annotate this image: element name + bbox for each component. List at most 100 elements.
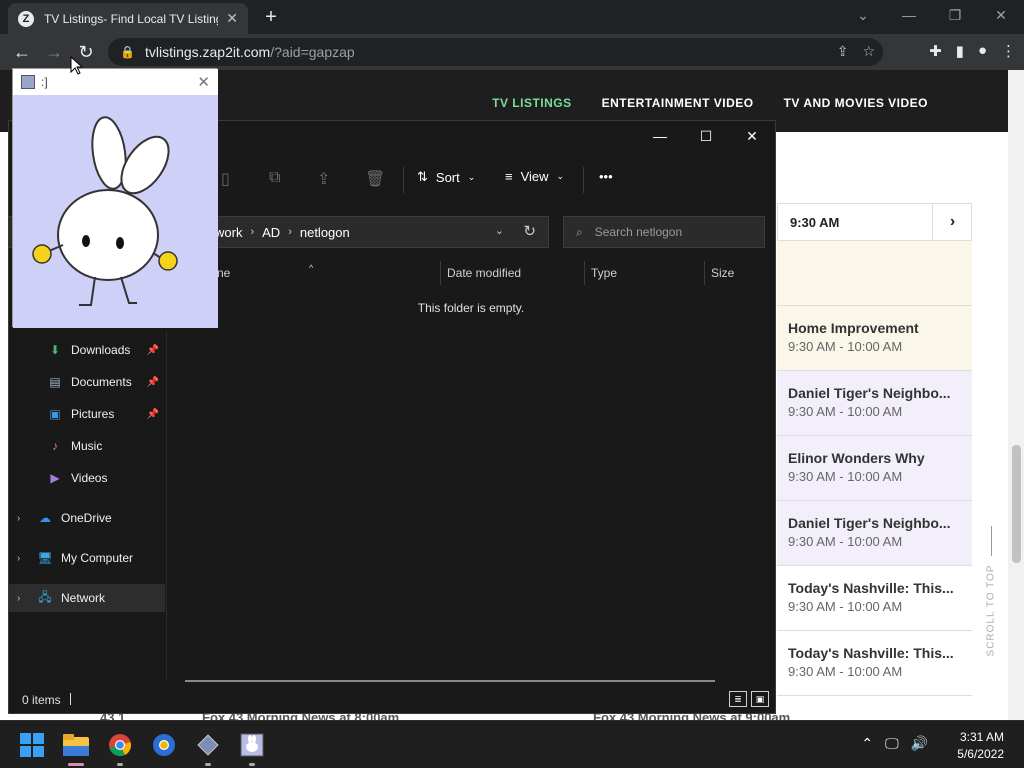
chevron-right-icon: › bbox=[250, 226, 255, 238]
mouse-cursor-icon bbox=[70, 56, 84, 75]
cloud-icon: ☁ bbox=[39, 511, 51, 525]
nav-item-label: OneDrive bbox=[61, 511, 112, 525]
next-time-button[interactable]: › bbox=[932, 203, 972, 241]
music-icon: ♪ bbox=[52, 439, 58, 453]
close-icon[interactable]: ✕ bbox=[729, 121, 775, 151]
nav-item-documents[interactable]: ▤ Documents 📌 bbox=[9, 368, 165, 396]
breadcrumb-item[interactable]: work bbox=[215, 225, 242, 240]
taskbar-image-viewer[interactable] bbox=[236, 729, 268, 766]
pin-icon[interactable]: 📌 bbox=[147, 377, 159, 388]
nav-entertainment-video[interactable]: ENTERTAINMENT VIDEO bbox=[602, 96, 754, 110]
column-date-modified[interactable]: Date modified bbox=[447, 266, 521, 280]
tab-search-icon[interactable]: ⌄ bbox=[840, 0, 886, 30]
column-divider[interactable] bbox=[704, 261, 705, 285]
program-cell[interactable]: Today's Nashville: This... 9:30 AM - 10:… bbox=[777, 631, 972, 696]
explorer-window-controls: — ☐ ✕ bbox=[637, 121, 775, 151]
browser-tab[interactable]: Z TV Listings- Find Local TV Listings ✕ bbox=[8, 3, 248, 34]
program-cell[interactable]: Daniel Tiger's Neighbo... 9:30 AM - 10:0… bbox=[777, 501, 972, 566]
sort-label: Sort bbox=[435, 169, 460, 185]
close-tab-icon[interactable]: ✕ bbox=[226, 10, 238, 27]
breadcrumb-item[interactable]: netlogon bbox=[300, 225, 350, 240]
show-hidden-icons-chevron-icon[interactable]: ⌃ bbox=[861, 735, 873, 752]
rename-icon[interactable]: ⧉ bbox=[269, 169, 280, 187]
nav-item-videos[interactable]: ▶ Videos bbox=[9, 464, 165, 492]
empty-folder-message: This folder is empty. bbox=[417, 301, 525, 315]
delete-icon[interactable]: 🗑 bbox=[365, 169, 385, 189]
chevron-down-icon: ⌄ bbox=[467, 171, 476, 182]
scroll-to-top-button[interactable]: SCROLL TO TOP bbox=[975, 520, 1005, 660]
program-cell[interactable]: Elinor Wonders Why 9:30 AM - 10:00 AM bbox=[777, 436, 972, 501]
taskbar-network-app[interactable] bbox=[192, 729, 224, 766]
side-panel-icon[interactable]: ▮ bbox=[956, 42, 964, 60]
column-type[interactable]: Type bbox=[591, 266, 617, 280]
volume-icon[interactable]: 🔊 bbox=[911, 735, 928, 752]
taskbar-chrome[interactable] bbox=[104, 729, 136, 766]
scrollbar-thumb[interactable] bbox=[1012, 445, 1021, 563]
chevron-right-icon[interactable]: › bbox=[17, 593, 31, 604]
horizontal-scrollbar[interactable] bbox=[185, 680, 715, 682]
view-button[interactable]: ≡ View ⌄ bbox=[505, 169, 564, 184]
column-divider[interactable] bbox=[440, 261, 441, 285]
share-icon[interactable]: ⇪ bbox=[317, 169, 330, 189]
nav-item-onedrive[interactable]: › ☁ OneDrive bbox=[9, 504, 165, 532]
nav-tv-movies-video[interactable]: TV AND MOVIES VIDEO bbox=[784, 96, 928, 110]
program-cell[interactable]: Home Improvement 9:30 AM - 10:00 AM bbox=[777, 306, 972, 371]
breadcrumb-item[interactable]: AD bbox=[262, 225, 280, 240]
pin-icon[interactable]: 📌 bbox=[147, 345, 159, 356]
active-indicator bbox=[68, 763, 84, 766]
browser-window-controls: ⌄ — ❐ ✕ bbox=[840, 0, 1024, 30]
pin-icon[interactable]: 📌 bbox=[147, 409, 159, 420]
nav-item-my-computer[interactable]: › 🖥 My Computer bbox=[9, 544, 165, 572]
chevron-right-icon[interactable]: › bbox=[17, 513, 31, 524]
back-arrow-icon[interactable]: ← bbox=[6, 36, 38, 68]
new-tab-button[interactable]: + bbox=[260, 6, 282, 28]
search-placeholder: Search netlogon bbox=[594, 225, 683, 239]
close-icon[interactable]: ✕ bbox=[197, 73, 210, 91]
chevron-right-icon[interactable]: › bbox=[17, 553, 31, 564]
program-cell[interactable]: Daniel Tiger's Neighbo... 9:30 AM - 10:0… bbox=[777, 371, 972, 436]
refresh-icon[interactable]: ↻ bbox=[523, 222, 536, 240]
restore-icon[interactable]: ❐ bbox=[932, 0, 978, 30]
minimize-icon[interactable]: — bbox=[637, 121, 683, 151]
column-divider[interactable] bbox=[584, 261, 585, 285]
nav-item-label: Videos bbox=[71, 471, 108, 485]
share-icon[interactable]: ⇪ bbox=[837, 43, 849, 60]
page-scrollbar[interactable] bbox=[1008, 70, 1024, 720]
column-name[interactable]: ne bbox=[217, 266, 230, 280]
program-cell[interactable]: Today's Nashville: This... 9:30 AM - 10:… bbox=[777, 566, 972, 631]
nav-item-network[interactable]: › 🖧 Network bbox=[9, 584, 165, 612]
system-tray: ⌃ 🖵 🔊 bbox=[861, 735, 928, 752]
nav-item-music[interactable]: ♪ Music bbox=[9, 432, 165, 460]
profile-avatar-icon[interactable]: ● bbox=[978, 42, 987, 60]
start-button[interactable] bbox=[16, 729, 48, 761]
lock-icon[interactable]: 🔒 bbox=[120, 45, 135, 59]
mini-title-bar[interactable]: :] ✕ bbox=[13, 69, 218, 95]
close-window-icon[interactable]: ✕ bbox=[978, 0, 1024, 30]
bookmark-star-icon[interactable]: ☆ bbox=[862, 43, 875, 60]
paste-icon[interactable]: ▯ bbox=[221, 169, 230, 189]
extensions-puzzle-icon[interactable]: ✚ bbox=[929, 42, 942, 60]
large-icons-view-icon[interactable]: ▣ bbox=[751, 691, 769, 707]
nav-item-downloads[interactable]: ⬇ Downloads 📌 bbox=[9, 336, 165, 364]
program-title: Daniel Tiger's Neighbo... bbox=[788, 515, 951, 531]
chrome-canary-icon bbox=[153, 734, 175, 756]
details-view-icon[interactable]: ≣ bbox=[729, 691, 747, 707]
more-options-button[interactable]: ••• bbox=[599, 169, 613, 184]
column-size[interactable]: Size bbox=[711, 266, 734, 280]
taskbar-chrome-2[interactable] bbox=[148, 729, 180, 761]
clock[interactable]: 3:31 AM 5/6/2022 bbox=[957, 729, 1004, 763]
address-bar[interactable]: 🔒 tvlistings.zap2it.com /?aid=gapzap ⇪ ☆ bbox=[108, 38, 883, 66]
nav-item-pictures[interactable]: ▣ Pictures 📌 bbox=[9, 400, 165, 428]
folder-icon bbox=[63, 734, 89, 756]
network-status-icon[interactable]: 🖵 bbox=[885, 735, 899, 752]
chrome-menu-icon[interactable]: ⋮ bbox=[1001, 42, 1016, 60]
address-dropdown-icon[interactable]: ⌄ bbox=[495, 224, 504, 237]
minimize-icon[interactable]: — bbox=[886, 0, 932, 30]
taskbar-file-explorer[interactable] bbox=[60, 729, 92, 766]
scroll-to-top-label: SCROLL TO TOP bbox=[985, 564, 997, 657]
search-input[interactable]: ⌕ Search netlogon bbox=[563, 216, 765, 248]
sort-button[interactable]: ⇅ Sort ⌄ bbox=[417, 169, 475, 185]
maximize-icon[interactable]: ☐ bbox=[683, 121, 729, 151]
forward-arrow-icon[interactable]: → bbox=[38, 36, 70, 68]
nav-tv-listings[interactable]: TV LISTINGS bbox=[492, 96, 572, 110]
